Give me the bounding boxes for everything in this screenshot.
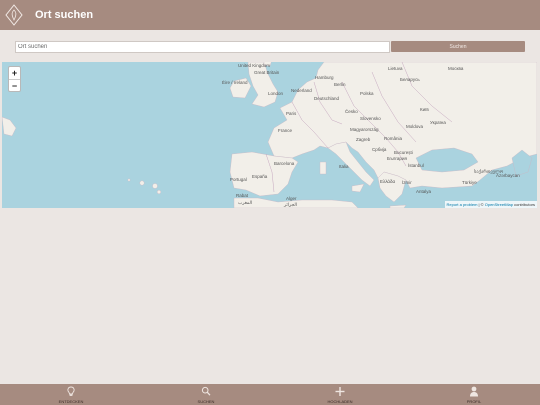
- user-icon: [470, 386, 478, 397]
- map-label: Nederland: [291, 88, 312, 93]
- report-problem-link[interactable]: Report a problem: [447, 202, 478, 207]
- map-label: España: [252, 174, 268, 179]
- nav-label: PROFIL: [466, 399, 482, 404]
- map-label: Italia: [339, 164, 349, 169]
- zoom-out-button[interactable]: −: [9, 79, 20, 91]
- map-label: București: [394, 150, 413, 155]
- map-label: România: [384, 136, 403, 141]
- map-label: Hamburg: [315, 75, 334, 80]
- map-label: Česko: [345, 109, 358, 114]
- map-attribution: Report a problem | © OpenStreetMap contr…: [444, 201, 537, 208]
- zoom-control: + −: [8, 66, 21, 92]
- map-label: Україна: [430, 120, 446, 125]
- search-bar: Suchen: [15, 41, 526, 53]
- map-land: [2, 62, 537, 208]
- bottom-navigation: ENTDECKEN SUCHEN HOCHLADEN PROFIL: [0, 384, 540, 405]
- top-app-bar: Ort suchen: [0, 0, 540, 30]
- nav-upload[interactable]: HOCHLADEN: [310, 386, 370, 404]
- map-label: Berlin: [334, 82, 346, 87]
- map-label: Portugal: [230, 177, 247, 182]
- attribution-suffix: contributors: [512, 202, 535, 207]
- map-label: المغرب: [238, 200, 253, 205]
- map-label: Barcelona: [274, 161, 295, 166]
- map-label: Azərbaycan: [496, 173, 520, 178]
- map-label: Lietuva: [388, 66, 403, 71]
- map-label: الجزائر: [284, 202, 297, 207]
- nav-profile[interactable]: PROFIL: [444, 386, 504, 404]
- nav-search[interactable]: SUCHEN: [176, 386, 236, 404]
- nav-label: SUCHEN: [197, 399, 215, 404]
- map-label: Київ: [420, 107, 429, 112]
- attribution-separator: | ©: [477, 202, 485, 207]
- map-label: Rabat: [236, 193, 249, 198]
- search-icon: [201, 386, 211, 396]
- map-label: Great Britain: [254, 70, 280, 75]
- zoom-in-button[interactable]: +: [9, 67, 20, 79]
- map-label: Србија: [372, 147, 387, 152]
- map-label: Éire / Ireland: [222, 80, 248, 85]
- map-label: Polska: [360, 91, 374, 96]
- map-label: България: [387, 156, 407, 161]
- search-input[interactable]: [15, 41, 390, 53]
- nav-discover[interactable]: ENTDECKEN: [41, 386, 101, 404]
- map-label: Magyarország: [350, 127, 379, 132]
- map-label: Paris: [286, 111, 297, 116]
- search-button[interactable]: Suchen: [391, 41, 525, 52]
- nav-label: ENTDECKEN: [58, 399, 84, 404]
- map-label: United Kingdom: [238, 63, 271, 68]
- map-label: Antalya: [416, 189, 432, 194]
- lightbulb-icon: [67, 386, 75, 396]
- plus-icon: [335, 387, 345, 396]
- map-label: Deutschland: [314, 96, 340, 101]
- map-view[interactable]: United Kingdom Great Britain Éire / Irel…: [2, 62, 537, 208]
- map-label: France: [278, 128, 293, 133]
- diamond-logo-icon: [5, 4, 23, 26]
- map-label: Moldova: [406, 124, 424, 129]
- map-label: İzmir: [402, 180, 412, 185]
- nav-label: HOCHLADEN: [327, 399, 353, 404]
- map-label: London: [268, 91, 284, 96]
- map-label: Москва: [448, 66, 464, 71]
- map-label: Slovensko: [360, 116, 381, 121]
- osm-link[interactable]: OpenStreetMap: [485, 202, 513, 207]
- map-label: Türkiye: [462, 180, 477, 185]
- map-label: Alger: [286, 196, 297, 201]
- map-label: Беларусь: [400, 77, 420, 82]
- map-label: İstanbul: [408, 163, 424, 168]
- map-label: Ελλάδα: [380, 179, 396, 184]
- page-title: Ort suchen: [35, 9, 94, 21]
- map-label: Zagreb: [356, 137, 371, 142]
